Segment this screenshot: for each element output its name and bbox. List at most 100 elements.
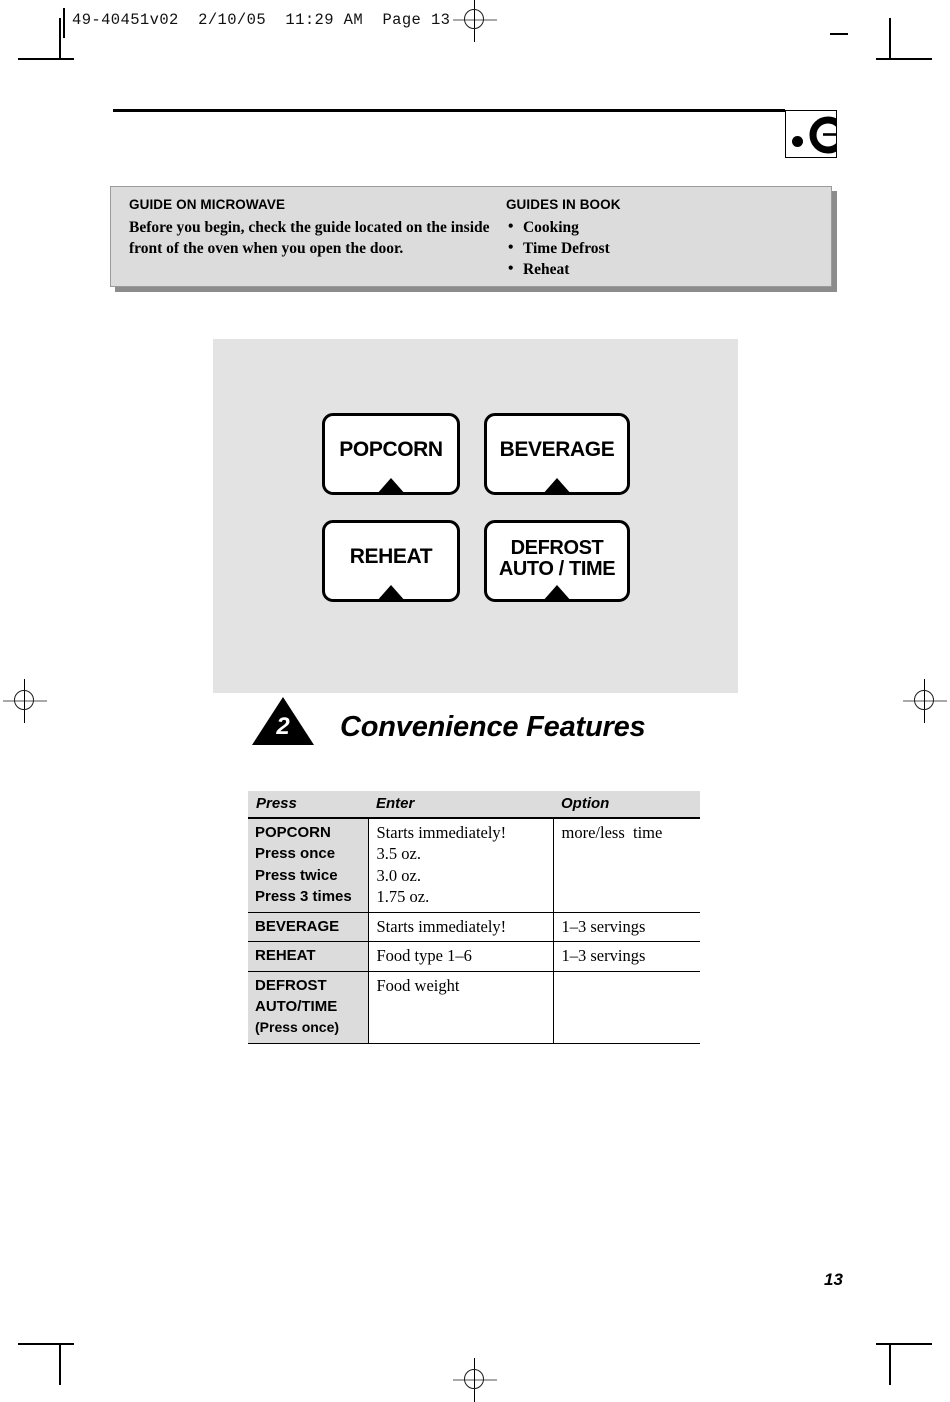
registration-circle xyxy=(14,690,34,710)
enter-line: 1.75 oz. xyxy=(376,887,430,907)
header-rule xyxy=(113,109,785,112)
button-notch-icon xyxy=(376,478,406,496)
section-number: 2 xyxy=(276,713,290,740)
beverage-button-label: BEVERAGE xyxy=(499,437,615,461)
control-button-grid: POPCORN BEVERAGE REHEAT DEFROST AUTO / T… xyxy=(322,413,638,627)
press-line: POPCORN xyxy=(255,824,331,841)
registration-circle xyxy=(464,9,484,29)
crop-mark-top-right-vertical xyxy=(889,18,891,58)
registration-mark-right xyxy=(903,679,947,723)
enter-line: Food type 1–6 xyxy=(376,946,472,966)
press-cell-defrost: DEFROST AUTO/TIME (Press once) xyxy=(248,971,369,1044)
press-cell-popcorn: POPCORN Press once Press twice Press 3 t… xyxy=(248,818,369,913)
enter-cell-popcorn: Starts immediately! 3.5 oz. 3.0 oz. 1.75… xyxy=(368,818,553,913)
crop-mark-bottom-left-vertical xyxy=(59,1345,61,1385)
enter-line: Starts immediately! xyxy=(376,916,507,936)
list-item: • Reheat xyxy=(506,259,831,280)
press-line: Press 3 times xyxy=(255,887,352,905)
enter-line: 3.0 oz. xyxy=(376,865,421,885)
ge-monogram-icon xyxy=(806,112,836,157)
defrost-button-label-wrap: DEFROST AUTO / TIME xyxy=(498,537,616,580)
button-notch-icon xyxy=(542,585,572,603)
guides-in-book-item-label: Cooking xyxy=(522,219,579,236)
table-row: POPCORN Press once Press twice Press 3 t… xyxy=(248,818,700,913)
press-line: Press twice xyxy=(255,866,338,884)
crop-mark-top-left-vertical xyxy=(59,18,61,58)
guide-on-microwave-column: GUIDE ON MICROWAVE Before you begin, che… xyxy=(111,187,498,286)
section-number-triangle: 2 xyxy=(252,697,314,745)
guides-in-book-title: GUIDES IN BOOK xyxy=(505,197,621,212)
control-button-row-1: POPCORN BEVERAGE xyxy=(322,413,638,496)
guides-banner: GUIDE ON MICROWAVE Before you begin, che… xyxy=(110,186,832,287)
table-row: DEFROST AUTO/TIME (Press once) Food weig… xyxy=(248,971,700,1044)
registration-mark-top xyxy=(453,0,497,42)
enter-cell-reheat: Food type 1–6 xyxy=(368,941,553,972)
crop-mark-bottom-right-horizontal xyxy=(876,1343,932,1345)
registration-circle xyxy=(914,690,934,710)
crop-mark-bottom-right-vertical xyxy=(889,1345,891,1385)
press-line: REHEAT xyxy=(255,947,316,965)
press-line-note: (Press once) xyxy=(255,1019,340,1036)
button-notch-icon xyxy=(376,585,406,603)
press-cell-reheat: REHEAT xyxy=(248,941,369,972)
crop-mark-top-left-horizontal xyxy=(18,58,74,60)
reheat-button-label: REHEAT xyxy=(349,544,433,568)
guides-in-book-item-label: Time Defrost xyxy=(522,240,610,258)
option-cell-beverage: 1–3 servings xyxy=(552,912,700,943)
press-cell-beverage: BEVERAGE xyxy=(248,912,369,943)
convenience-features-table-wrap: Press Enter Option POPCORN Press once Pr… xyxy=(248,791,700,1044)
guides-in-book-item-label: Reheat xyxy=(522,261,570,279)
popcorn-button[interactable]: POPCORN xyxy=(322,413,460,496)
registration-circle xyxy=(464,1369,484,1389)
bullet-icon: • xyxy=(507,218,514,235)
option-cell-popcorn: more/less time xyxy=(552,818,700,913)
press-line: DEFROST xyxy=(255,976,327,994)
page-number: 13 xyxy=(824,1270,843,1289)
brand-logo-box xyxy=(785,110,837,158)
button-notch-icon xyxy=(542,478,572,496)
guides-in-book-column: GUIDES IN BOOK • Cooking • Time Defrost • R… xyxy=(498,187,831,286)
reheat-button[interactable]: REHEAT xyxy=(322,520,460,603)
option-line: more/less time xyxy=(561,823,663,842)
registration-mark-left xyxy=(3,679,47,723)
control-button-row-2: REHEAT DEFROST AUTO / TIME xyxy=(322,520,638,603)
press-line: BEVERAGE xyxy=(255,917,340,935)
enter-cell-beverage: Starts immediately! xyxy=(368,912,553,943)
enter-cell-defrost: Food weight xyxy=(368,971,553,1044)
enter-line: Starts immediately! xyxy=(376,823,507,842)
table-header-row: Press Enter Option xyxy=(248,791,700,818)
list-item: • Cooking xyxy=(506,217,831,238)
crop-mark-bottom-left-horizontal xyxy=(18,1343,74,1345)
guide-on-microwave-body: Before you begin, check the guide locate… xyxy=(129,219,490,258)
convenience-features-table: Press Enter Option POPCORN Press once Pr… xyxy=(248,791,700,1044)
enter-line: 3.5 oz. xyxy=(376,844,421,864)
option-cell-reheat: 1–3 servings xyxy=(552,941,700,972)
defrost-auto-time-button[interactable]: DEFROST AUTO / TIME xyxy=(484,520,630,603)
column-header-option: Option xyxy=(553,791,700,818)
defrost-button-label-line2: AUTO / TIME xyxy=(498,558,616,580)
defrost-button-label-line1: DEFROST xyxy=(510,537,604,559)
logo-dot xyxy=(792,136,803,147)
press-line: AUTO/TIME xyxy=(255,997,338,1015)
control-panel-illustration: POPCORN BEVERAGE REHEAT DEFROST AUTO / T… xyxy=(213,339,738,693)
bullet-icon: • xyxy=(507,260,514,278)
table-row: REHEAT Food type 1–6 1–3 servings xyxy=(248,941,700,972)
registration-mark-bottom xyxy=(453,1358,497,1402)
guides-in-book-list: • Cooking • Time Defrost • Reheat xyxy=(506,217,831,281)
slug-left-rule xyxy=(63,8,65,38)
option-cell-defrost xyxy=(552,971,700,1044)
slug-underline xyxy=(830,33,848,35)
option-line: 1–3 servings xyxy=(561,946,646,966)
guide-on-microwave-title: GUIDE ON MICROWAVE xyxy=(129,197,286,212)
popcorn-button-label: POPCORN xyxy=(339,437,443,461)
option-line: 1–3 servings xyxy=(561,916,646,936)
press-line: Press once xyxy=(255,845,336,863)
beverage-button[interactable]: BEVERAGE xyxy=(484,413,630,496)
print-slug-text: 49-40451v02 2/10/05 11:29 AM Page 13 xyxy=(72,11,451,29)
bullet-icon: • xyxy=(507,239,514,257)
column-header-enter: Enter xyxy=(368,791,553,818)
crop-mark-top-right-horizontal xyxy=(876,58,932,60)
enter-line: Food weight xyxy=(376,975,460,995)
table-row: BEVERAGE Starts immediately! 1–3 serving… xyxy=(248,912,700,943)
page-title: Convenience Features xyxy=(340,711,646,743)
